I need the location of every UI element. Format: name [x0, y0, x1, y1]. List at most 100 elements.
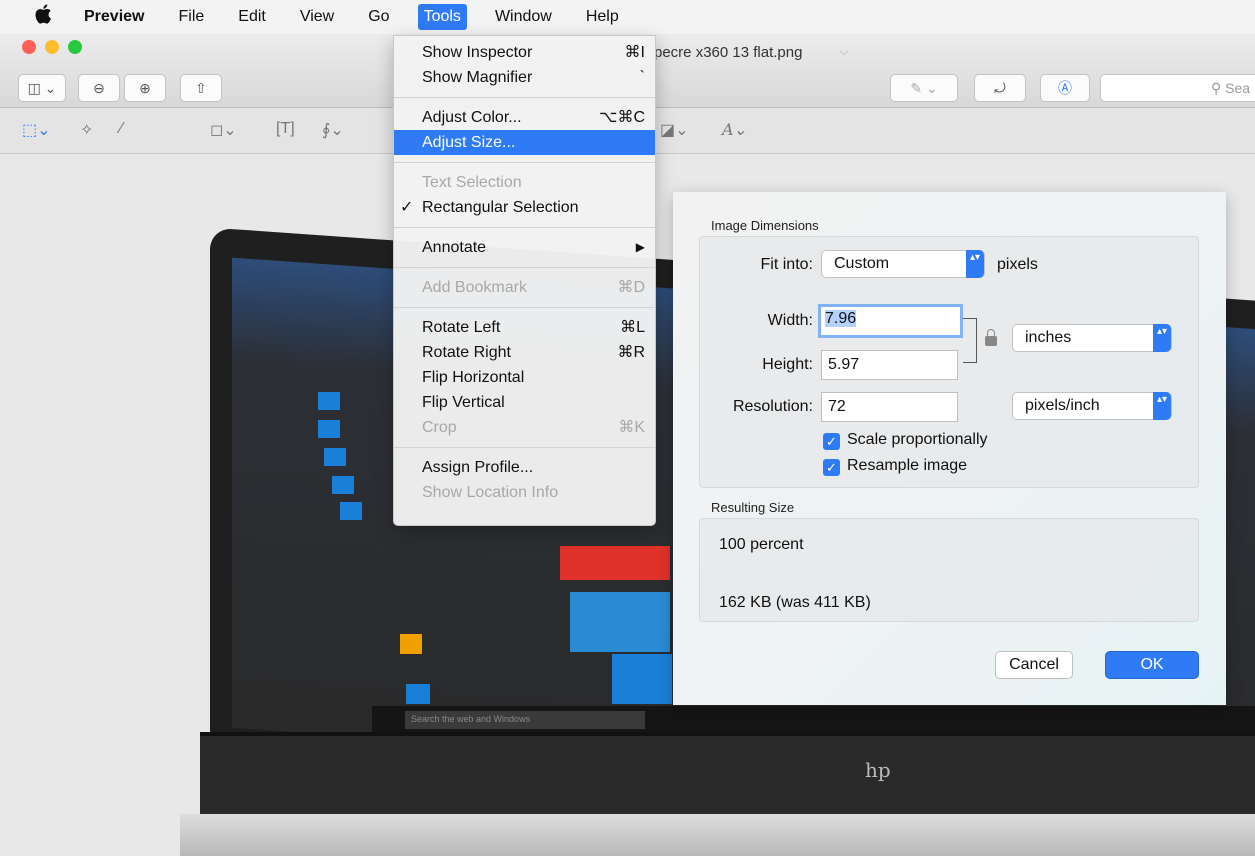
menu-item-crop[interactable]: Crop ⌘K [394, 415, 655, 440]
start-tile [324, 448, 346, 466]
resample-image-checkbox[interactable]: ✓ [823, 459, 840, 476]
resulting-size-title: Resulting Size [711, 500, 795, 515]
submenu-arrow-icon: ▶ [635, 240, 645, 254]
start-tile [332, 476, 354, 494]
sidebar-toggle-button[interactable]: ◫ ⌄ [18, 74, 66, 102]
menu-item-flip-horizontal[interactable]: Flip Horizontal [394, 365, 655, 390]
zoom-in-button[interactable]: ⊕ [124, 74, 166, 102]
resolution-field[interactable]: 72 [821, 392, 958, 422]
menu-bar: Preview File Edit View Go Tools Window H… [0, 0, 1255, 34]
menu-item-adjust-color[interactable]: Adjust Color... ⌥⌘C [394, 105, 655, 130]
fill-color-icon[interactable]: ◪⌄ [660, 120, 689, 140]
size-unit-select[interactable]: inches ▴▾ [1012, 324, 1172, 352]
resample-image-label: Resample image [847, 457, 968, 474]
cancel-button[interactable]: Cancel [995, 651, 1073, 679]
adjust-size-dialog: Image Dimensions Fit into: Custom ▴▾ pix… [673, 192, 1226, 705]
ok-button[interactable]: OK [1105, 651, 1199, 679]
fit-into-unit: pixels [997, 256, 1038, 273]
text-style-icon[interactable]: A⌄ [722, 120, 747, 139]
popup-arrows-icon: ▴▾ [1153, 392, 1171, 420]
instant-alpha-icon[interactable]: ✧ [80, 120, 93, 140]
zoom-button[interactable] [68, 40, 82, 54]
apple-icon[interactable] [34, 4, 56, 30]
menu-item-show-location[interactable]: Show Location Info [394, 480, 655, 505]
markup-button[interactable]: Ⓐ [1040, 74, 1090, 102]
share-button[interactable]: ⇧ [180, 74, 222, 102]
menu-item-annotate[interactable]: Annotate ▶ [394, 235, 655, 260]
menu-separator [394, 97, 655, 98]
menu-item-add-bookmark[interactable]: Add Bookmark ⌘D [394, 275, 655, 300]
live-tile [612, 654, 672, 704]
scale-proportionally-checkbox[interactable]: ✓ [823, 433, 840, 450]
menu-item-rotate-right[interactable]: Rotate Right ⌘R [394, 340, 655, 365]
start-tile [400, 634, 422, 654]
resulting-filesize: 162 KB (was 411 KB) [719, 594, 871, 611]
rotate-button[interactable]: ⤾ [974, 74, 1026, 102]
minimize-button[interactable] [45, 40, 59, 54]
start-tile [318, 420, 340, 438]
menu-tools[interactable]: Tools [417, 4, 467, 30]
search-placeholder: Sea [1225, 80, 1251, 96]
close-button[interactable] [22, 40, 36, 54]
resolution-label: Resolution: [732, 398, 813, 415]
shapes-icon[interactable]: ◻⌄ [210, 120, 237, 140]
menu-separator [394, 162, 655, 163]
menu-window[interactable]: Window [489, 4, 558, 30]
zoom-out-icon: ⊖ [93, 79, 105, 96]
menu-file[interactable]: File [172, 4, 210, 30]
menu-item-flip-vertical[interactable]: Flip Vertical [394, 390, 655, 415]
menu-go[interactable]: Go [362, 4, 395, 30]
checkmark-icon: ✓ [400, 199, 414, 216]
zoom-out-button[interactable]: ⊖ [78, 74, 120, 102]
menu-view[interactable]: View [294, 4, 340, 30]
window-controls [22, 40, 82, 54]
laptop-logo: hp [865, 758, 891, 782]
menu-help[interactable]: Help [580, 4, 625, 30]
search-input[interactable]: ⚲ Sea [1100, 74, 1255, 102]
laptop-base [180, 814, 1255, 856]
highlight-button[interactable]: ✎ ⌄ [890, 74, 958, 102]
height-label: Height: [762, 356, 813, 373]
menu-item-adjust-size[interactable]: Adjust Size... [394, 130, 655, 155]
menu-item-rect-selection[interactable]: ✓ Rectangular Selection [394, 195, 655, 220]
sketch-icon[interactable]: ⁄ [120, 120, 123, 138]
menu-separator [394, 227, 655, 228]
menu-separator [394, 447, 655, 448]
start-tile [340, 502, 362, 520]
title-chevron-icon[interactable]: ⌵ [840, 46, 848, 59]
menu-edit[interactable]: Edit [232, 4, 272, 30]
text-icon[interactable]: [T] [276, 120, 295, 138]
menu-item-rotate-left[interactable]: Rotate Left ⌘L [394, 315, 655, 340]
share-icon: ⇧ [195, 79, 207, 96]
fit-into-label: Fit into: [760, 256, 813, 273]
live-tile [570, 592, 670, 652]
menu-separator [394, 267, 655, 268]
menu-item-text-selection[interactable]: Text Selection [394, 170, 655, 195]
resulting-percent: 100 percent [719, 536, 804, 553]
image-dimensions-title: Image Dimensions [711, 218, 819, 233]
height-field[interactable]: 5.97 [821, 350, 958, 380]
menu-item-show-inspector[interactable]: Show Inspector ⌘I [394, 40, 655, 65]
live-tile [560, 546, 670, 580]
tools-menu: Show Inspector ⌘I Show Magnifier ` Adjust … [393, 35, 656, 526]
link-bracket [963, 318, 977, 363]
zoom-in-icon: ⊕ [139, 79, 151, 96]
menu-preview[interactable]: Preview [78, 4, 150, 30]
sidebar-icon: ◫ ⌄ [27, 79, 57, 96]
popup-arrows-icon: ▴▾ [1153, 324, 1171, 352]
lock-icon[interactable] [985, 329, 997, 346]
menu-item-show-magnifier[interactable]: Show Magnifier ` [394, 65, 655, 90]
rect-selection-icon[interactable]: ⬚⌄ [22, 120, 51, 140]
scale-proportionally-label: Scale proportionally [847, 431, 988, 448]
resolution-unit-select[interactable]: pixels/inch ▴▾ [1012, 392, 1172, 420]
laptop-search: Search the web and Windows [405, 711, 645, 729]
window-title: pecre x360 13 flat.png [654, 44, 803, 61]
start-tile [318, 392, 340, 410]
sign-icon[interactable]: ∮⌄ [322, 120, 344, 140]
fit-into-select[interactable]: Custom ▴▾ [821, 250, 985, 278]
width-field[interactable]: 7.96 [818, 304, 963, 338]
start-tile [406, 684, 430, 704]
highlighter-icon: ✎ ⌄ [910, 79, 938, 96]
menu-item-assign-profile[interactable]: Assign Profile... [394, 455, 655, 480]
popup-arrows-icon: ▴▾ [966, 250, 984, 278]
